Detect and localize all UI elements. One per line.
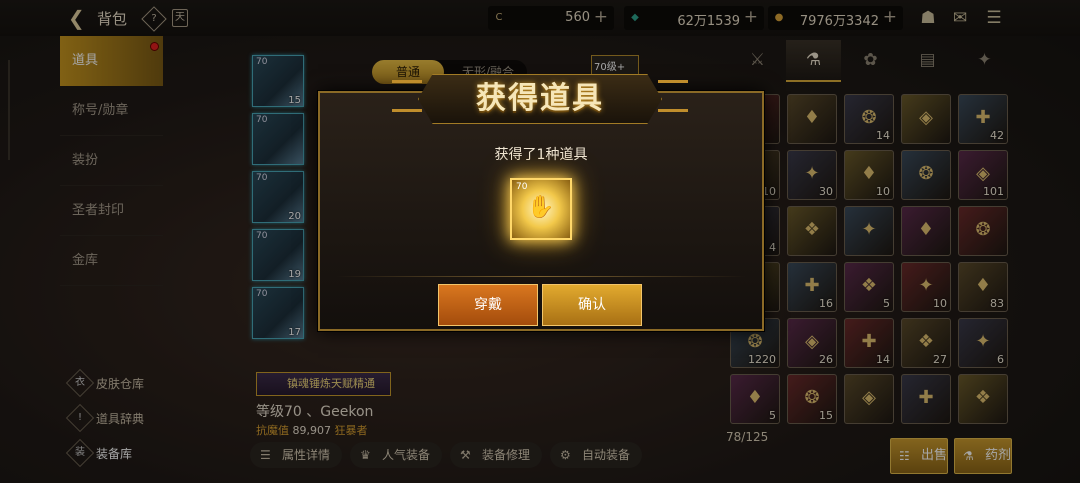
banner-wing-right	[658, 80, 688, 112]
dialog-subtitle: 获得了1种道具	[494, 147, 588, 163]
equip-button[interactable]: 穿戴	[438, 284, 538, 326]
divider	[336, 276, 746, 277]
acquired-item-slot[interactable]: 70 ✋	[510, 178, 572, 240]
glove-icon: ✋	[527, 195, 555, 220]
confirm-button[interactable]: 确认	[542, 284, 642, 326]
dialog-title: 获得道具	[476, 81, 604, 116]
